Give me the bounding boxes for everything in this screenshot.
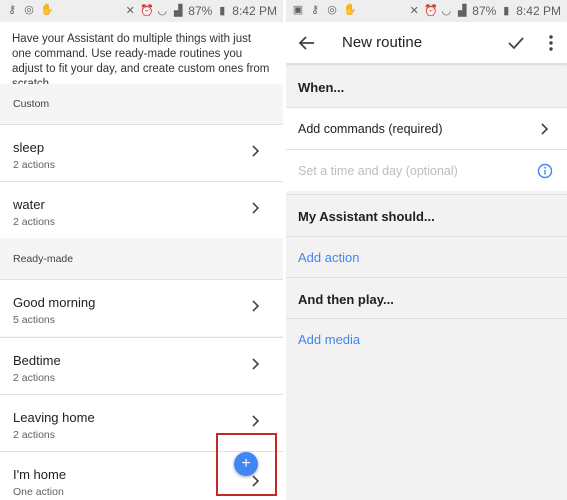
clock: 8:42 PM bbox=[516, 4, 561, 18]
routine-title: Bedtime bbox=[13, 353, 61, 368]
battery-percent: 87% bbox=[472, 4, 497, 18]
intro-text: Have your Assistant do multiple things w… bbox=[0, 22, 283, 90]
section-header-readymade: Ready-made bbox=[0, 239, 283, 279]
add-routine-button[interactable]: + bbox=[234, 452, 258, 476]
record-icon: ◎ bbox=[327, 4, 337, 16]
alarm-icon: ⏰ bbox=[140, 5, 154, 17]
routine-item-bedtime[interactable]: Bedtime 2 actions bbox=[0, 337, 283, 394]
section-when: When... bbox=[286, 66, 567, 106]
routine-subtitle: 5 actions bbox=[13, 314, 56, 326]
alarm-icon: ⏰ bbox=[424, 5, 438, 17]
routines-screen: ⚷ ◎ ✋ ✕ ⏰ ◡ ▟ 87% ▮ 8:42 PM Have your As… bbox=[0, 0, 283, 500]
section-header-custom: Custom bbox=[0, 84, 283, 124]
battery-percent: 87% bbox=[188, 4, 213, 18]
app-toolbar: New routine bbox=[286, 22, 567, 64]
mute-icon: ✕ bbox=[409, 5, 419, 17]
page-title: New routine bbox=[342, 34, 423, 51]
battery-icon: ▮ bbox=[503, 5, 510, 17]
routine-title: Leaving home bbox=[13, 410, 95, 425]
chevron-right-icon bbox=[541, 123, 549, 135]
set-time-row[interactable]: Set a time and day (optional) bbox=[286, 149, 567, 191]
routine-item-good-morning[interactable]: Good morning 5 actions bbox=[0, 279, 283, 336]
back-arrow-icon[interactable] bbox=[296, 32, 318, 54]
routine-subtitle: 2 actions bbox=[13, 159, 56, 171]
chevron-right-icon bbox=[252, 415, 260, 427]
info-icon[interactable] bbox=[537, 163, 553, 179]
routine-item-water[interactable]: water 2 actions bbox=[0, 181, 283, 238]
chevron-right-icon bbox=[252, 300, 260, 312]
chevron-right-icon bbox=[252, 145, 260, 157]
hand-icon: ✋ bbox=[40, 4, 54, 16]
routine-subtitle: 2 actions bbox=[13, 429, 56, 441]
add-action-link[interactable]: Add action bbox=[286, 236, 567, 276]
clock: 8:42 PM bbox=[232, 4, 277, 18]
routine-subtitle: 2 actions bbox=[13, 216, 56, 228]
new-routine-screen: ▣ ⚷ ◎ ✋ ✕ ⏰ ◡ ▟ 87% ▮ 8:42 PM New routin… bbox=[286, 0, 567, 500]
add-media-link[interactable]: Add media bbox=[286, 318, 567, 358]
routine-item-sleep[interactable]: sleep 2 actions bbox=[0, 124, 283, 181]
wifi-icon: ◡ bbox=[441, 5, 452, 17]
routine-subtitle: One action bbox=[13, 486, 64, 498]
routine-title: Good morning bbox=[13, 295, 96, 310]
routine-title: I'm home bbox=[13, 467, 67, 482]
mute-icon: ✕ bbox=[125, 5, 135, 17]
chevron-right-icon bbox=[252, 358, 260, 370]
image-icon: ▣ bbox=[292, 4, 304, 16]
more-vert-icon[interactable] bbox=[545, 32, 557, 54]
record-icon: ◎ bbox=[24, 4, 34, 16]
routine-subtitle: 2 actions bbox=[13, 372, 56, 384]
status-bar: ⚷ ◎ ✋ ✕ ⏰ ◡ ▟ 87% ▮ 8:42 PM bbox=[0, 0, 283, 22]
hand-icon: ✋ bbox=[343, 4, 357, 16]
key-icon: ⚷ bbox=[310, 4, 320, 16]
signal-icon: ▟ bbox=[174, 5, 183, 17]
key-icon: ⚷ bbox=[7, 4, 17, 16]
wifi-icon: ◡ bbox=[157, 5, 168, 17]
plus-icon: + bbox=[241, 455, 251, 472]
chevron-right-icon bbox=[252, 202, 260, 214]
add-commands-row[interactable]: Add commands (required) bbox=[286, 107, 567, 149]
section-assistant-should: My Assistant should... bbox=[286, 194, 567, 234]
set-time-label: Set a time and day (optional) bbox=[298, 164, 458, 178]
check-icon[interactable] bbox=[505, 32, 527, 54]
routine-title: water bbox=[13, 197, 45, 212]
section-then-play: And then play... bbox=[286, 277, 567, 317]
routine-title: sleep bbox=[13, 140, 45, 155]
signal-icon: ▟ bbox=[458, 5, 467, 17]
status-bar: ▣ ⚷ ◎ ✋ ✕ ⏰ ◡ ▟ 87% ▮ 8:42 PM bbox=[286, 0, 567, 22]
add-commands-label: Add commands (required) bbox=[298, 122, 443, 136]
battery-icon: ▮ bbox=[219, 5, 226, 17]
